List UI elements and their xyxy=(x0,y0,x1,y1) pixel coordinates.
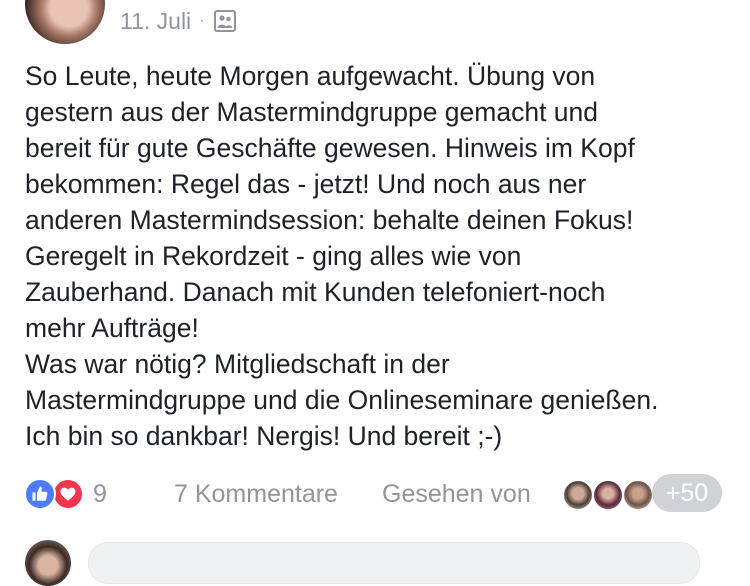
post-text-line: bereit für gute Geschäfte gewesen. Hinwe… xyxy=(25,133,635,163)
post-text: So Leute, heute Morgen aufgewacht. Übung… xyxy=(25,58,737,454)
post-text-line: anderen Mastermindsession: behalte deine… xyxy=(25,205,634,235)
love-icon xyxy=(52,478,84,510)
seen-avatar xyxy=(562,479,594,511)
post-text-line: bekommen: Regel das - jetzt! Und noch au… xyxy=(25,169,587,199)
group-audience-icon[interactable] xyxy=(213,9,237,33)
seen-more-count[interactable]: +50 xyxy=(652,474,722,512)
seen-avatar xyxy=(592,479,624,511)
post-text-line: So Leute, heute Morgen aufgewacht. Übung… xyxy=(25,61,596,91)
post-text-line: Zauberhand. Danach mit Kunden telefonier… xyxy=(25,277,606,307)
post-text-line: gestern aus der Mastermindgruppe gemacht… xyxy=(25,97,599,127)
seen-avatar xyxy=(622,479,654,511)
post-text-line: mehr Aufträge! xyxy=(25,313,199,343)
post-text-line: Was war nötig? Mitgliedschaft in der xyxy=(25,349,450,379)
post-meta: 11. Juli · xyxy=(120,6,237,36)
post-date[interactable]: 11. Juli xyxy=(120,8,191,35)
seen-by-avatars[interactable] xyxy=(562,479,654,511)
like-icon xyxy=(24,478,56,510)
comments-link[interactable]: 7 Kommentare xyxy=(174,480,338,509)
reaction-count: 9 xyxy=(93,479,107,508)
meta-separator: · xyxy=(199,12,205,29)
post-footer: 9 7 Kommentare Gesehen von +50 xyxy=(24,474,734,514)
author-avatar[interactable] xyxy=(25,0,105,44)
seen-by-label[interactable]: Gesehen von xyxy=(382,480,531,509)
comment-input[interactable] xyxy=(88,542,700,584)
post-text-line: Geregelt in Rekordzeit - ging alles wie … xyxy=(25,241,522,271)
post-text-line: Mastermindgruppe und die Onlineseminare … xyxy=(25,385,659,415)
reactions-summary[interactable]: 9 xyxy=(24,478,107,510)
current-user-avatar xyxy=(25,540,71,586)
post-text-line: Ich bin so dankbar! Nergis! Und bereit ;… xyxy=(25,421,503,451)
